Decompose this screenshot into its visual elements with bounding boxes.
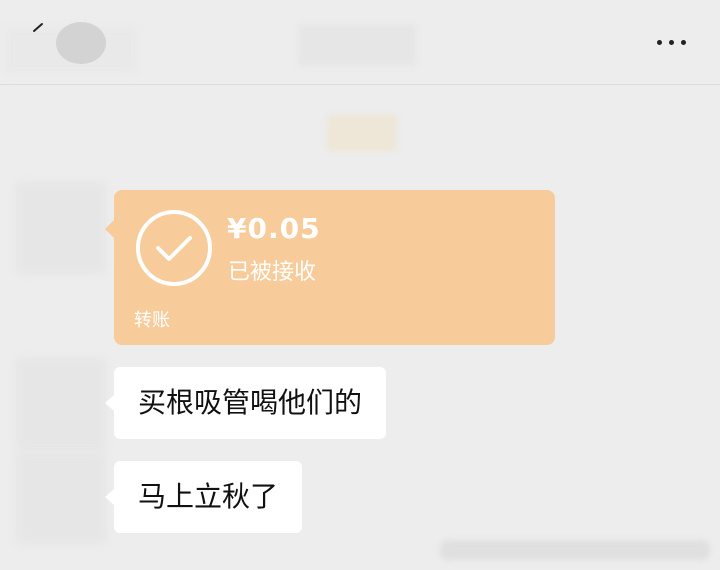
more-dots-icon[interactable] [657,40,686,45]
sender-avatar[interactable] [16,182,106,274]
watermark-blurred [440,540,710,560]
message-bubble[interactable]: 买根吸管喝他们的 [104,367,387,439]
chat-title-blurred [298,24,416,66]
transfer-card[interactable]: ¥0.05 已被接收 转账 [105,190,555,345]
chat-header [0,0,720,85]
check-circle-icon [136,210,212,286]
transfer-amount: ¥0.05 [227,212,321,245]
back-chevron-icon[interactable] [30,22,46,38]
sender-avatar[interactable] [16,452,106,544]
transfer-label: 转账 [134,310,170,331]
transfer-status: 已被接收 [228,260,317,285]
contact-avatar[interactable] [56,22,106,64]
timestamp-blurred [327,115,397,151]
sender-avatar[interactable] [16,358,106,450]
message-bubble[interactable]: 马上立秋了 [104,461,303,533]
